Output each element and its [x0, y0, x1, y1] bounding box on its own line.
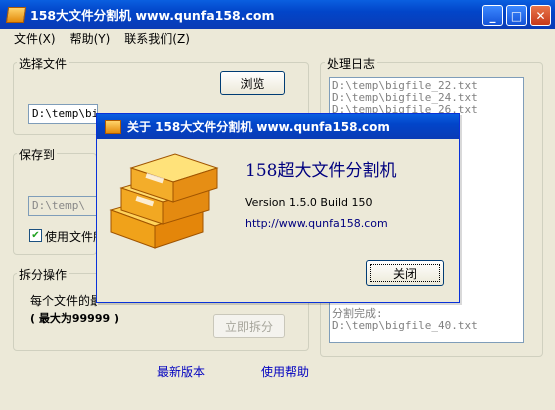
- source-path-input[interactable]: D:\temp\bigfil: [28, 104, 98, 124]
- menu-bar: 文件(X) 帮助(Y) 联系我们(Z): [0, 29, 555, 47]
- help-link[interactable]: 使用帮助: [261, 363, 309, 380]
- dialog-logo-icon: [105, 119, 121, 134]
- about-close-button[interactable]: 关闭: [366, 260, 444, 286]
- menu-file[interactable]: 文件(X): [14, 30, 56, 47]
- select-file-label: 选择文件: [17, 55, 70, 72]
- maximize-icon: □: [510, 8, 523, 23]
- about-close-label: 关闭: [392, 266, 417, 281]
- browse-button[interactable]: 浏览: [220, 71, 285, 95]
- maximize-button[interactable]: □: [506, 5, 527, 26]
- split-now-label: 立即拆分: [224, 319, 273, 334]
- use-source-dir-checkbox[interactable]: ✔: [29, 229, 42, 242]
- money-stack-icon: [109, 153, 219, 249]
- log-line: D:\temp\bigfile_40.txt: [332, 319, 478, 332]
- side-strip: [543, 77, 555, 343]
- split-max-hint: ( 最大为99999 ): [30, 312, 119, 325]
- split-now-button[interactable]: 立即拆分: [213, 314, 285, 338]
- app-logo-icon: [5, 6, 27, 23]
- about-version: Version 1.5.0 Build 150: [245, 196, 373, 209]
- about-dialog: 关于 158大文件分割机 www.qunfa158.com 158超大文件分割机…: [96, 113, 460, 303]
- log-label: 处理日志: [325, 55, 378, 72]
- latest-version-link[interactable]: 最新版本: [157, 363, 205, 380]
- close-button[interactable]: ✕: [530, 5, 551, 26]
- split-size-label: 每个文件的最: [30, 294, 97, 308]
- checkmark-icon: ✔: [31, 230, 40, 241]
- use-source-dir-label: 使用文件所: [45, 230, 97, 244]
- about-title: 关于 158大文件分割机 www.qunfa158.com: [127, 120, 390, 134]
- about-url-link[interactable]: http://www.qunfa158.com: [245, 217, 388, 230]
- minimize-button[interactable]: _: [482, 5, 503, 26]
- about-app-name: 158超大文件分割机: [245, 161, 397, 181]
- save-to-label: 保存到: [17, 146, 58, 163]
- save-path-input[interactable]: D:\temp\: [28, 196, 98, 216]
- main-window-title: 158大文件分割机 www.qunfa158.com: [30, 8, 275, 23]
- browse-label: 浏览: [240, 76, 265, 91]
- menu-help[interactable]: 帮助(Y): [70, 30, 111, 47]
- split-label: 拆分操作: [17, 266, 70, 283]
- menu-contact[interactable]: 联系我们(Z): [124, 30, 190, 47]
- main-title-bar: 158大文件分割机 www.qunfa158.com: [0, 0, 555, 29]
- minimize-icon: _: [489, 8, 496, 23]
- close-icon: ✕: [535, 8, 546, 23]
- about-title-bar: 关于 158大文件分割机 www.qunfa158.com: [97, 114, 459, 139]
